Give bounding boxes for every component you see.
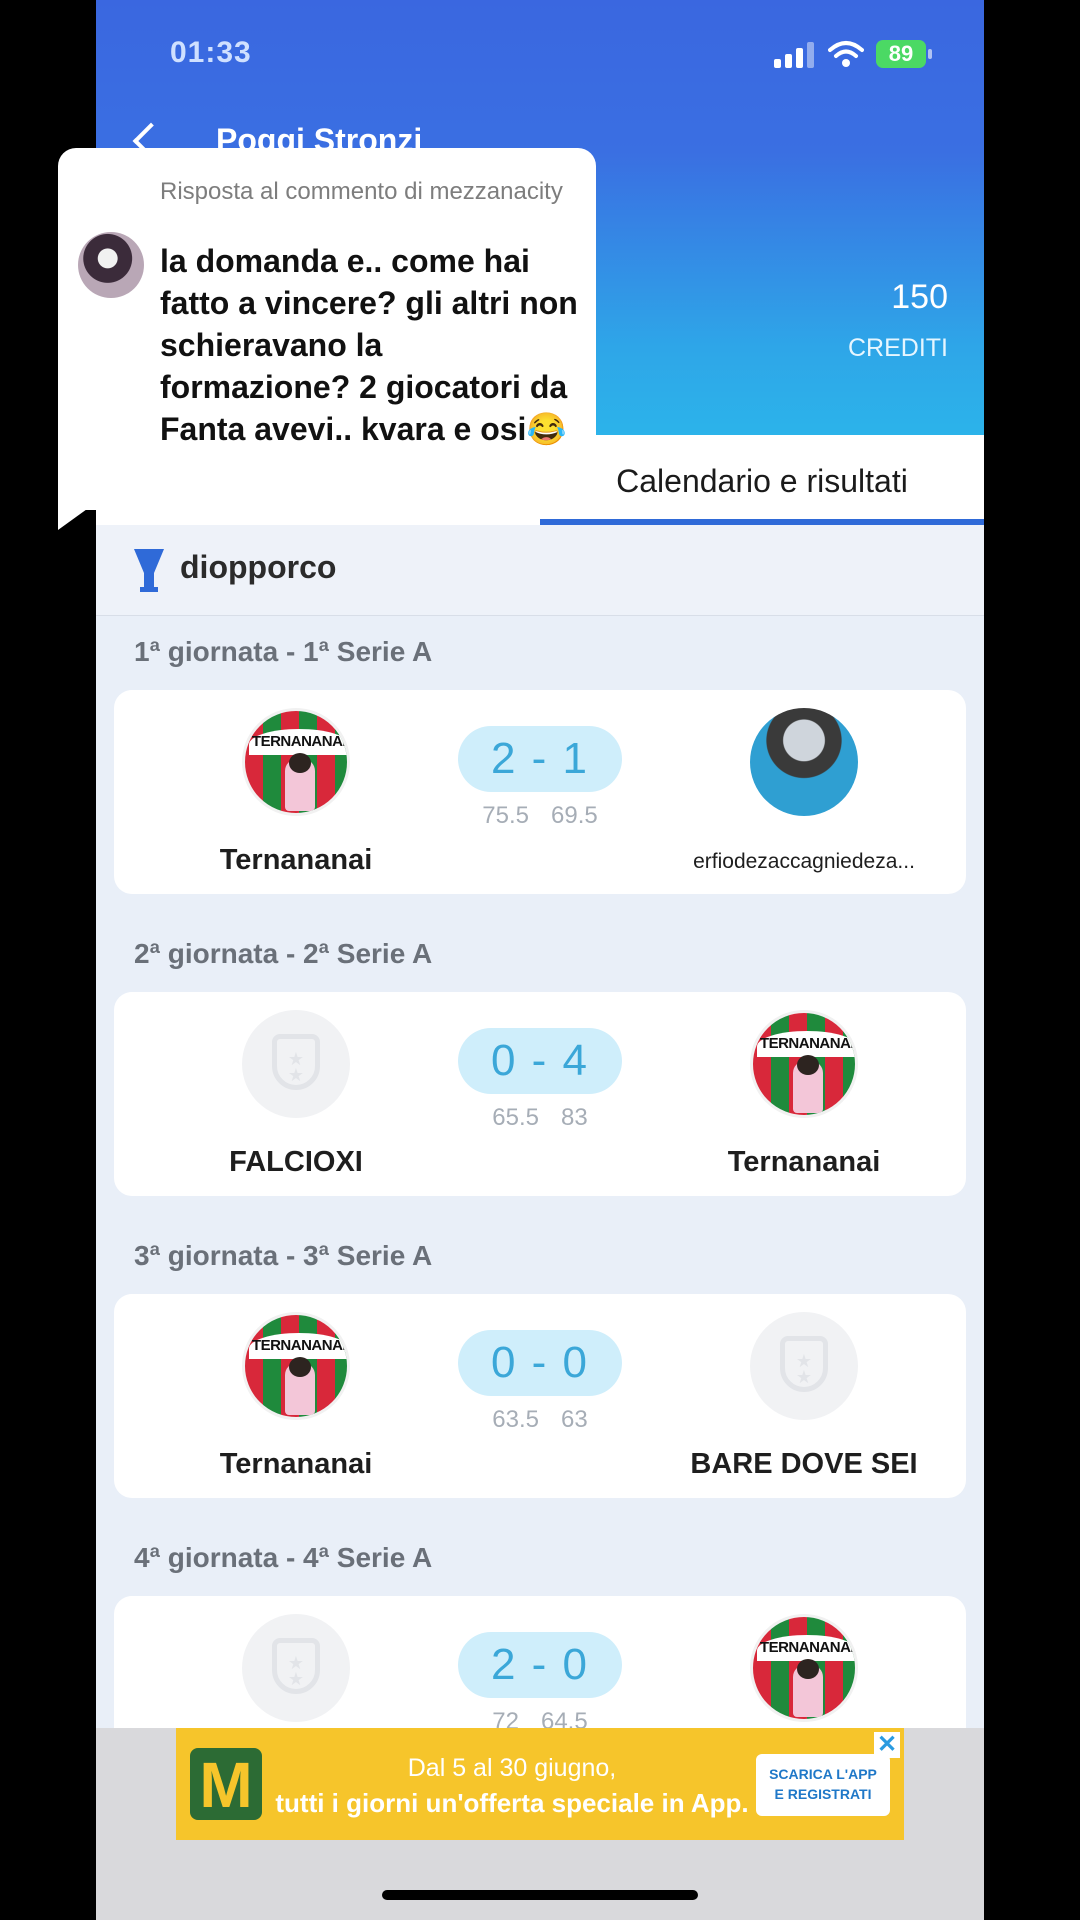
team-badge-placeholder: ★ ★ <box>750 1312 858 1420</box>
match-points: 65.5 83 <box>458 1104 622 1132</box>
ad-cta-line-1: SCARICA L'APP <box>769 1766 877 1782</box>
round-label: 4ª giornata - 4ª Serie A <box>134 1542 433 1573</box>
mcdonalds-logo: M <box>190 1748 262 1821</box>
match-score: 0 - 0 <box>458 1330 622 1396</box>
home-team-name: FALCIOXI <box>229 1146 363 1178</box>
commenter-avatar <box>78 232 144 298</box>
away-team-name: Ternananai <box>727 1146 881 1178</box>
match-score: 2 - 1 <box>458 726 622 792</box>
team-badge-placeholder: ★ ★ <box>242 1614 350 1722</box>
home-points: 65.5 <box>492 1104 539 1131</box>
credits-value: 150 <box>891 278 948 316</box>
match-card[interactable]: TERNANANAI Ternananai 0 - 0 63.5 63 ★ ★ BA… <box>114 1294 966 1498</box>
status-icons: 89 <box>774 40 944 70</box>
match-points: 75.5 69.5 <box>458 802 622 830</box>
reply-text: la domanda e.. come hai fatto a vincere?… <box>160 243 578 447</box>
away-points: 69.5 <box>551 802 598 829</box>
shield-icon: ★ ★ <box>780 1336 828 1392</box>
ad-banner[interactable]: M Dal 5 al 30 giugno, tutti i giorni un'… <box>176 1728 904 1840</box>
home-points: 63.5 <box>492 1406 539 1433</box>
away-team: TERNANANAI Ternananai <box>654 1010 954 1179</box>
team-badge-ternananai: TERNANANAI <box>750 1614 858 1722</box>
battery-nub <box>928 49 932 59</box>
away-team-name: erfiodezaccagniedeza... <box>693 850 915 873</box>
competition-selector[interactable]: diopporco <box>96 525 984 616</box>
ad-cta-button[interactable]: SCARICA L'APP E REGISTRATI <box>756 1754 890 1816</box>
away-team: ★ ★ BARE DOVE SEI <box>654 1312 954 1481</box>
home-points: 75.5 <box>482 802 529 829</box>
reply-comment-bubble: Risposta al commento di mezzanacity la d… <box>58 148 596 510</box>
away-points: 83 <box>561 1104 588 1131</box>
team-badge-placeholder: ★ ★ <box>242 1010 350 1118</box>
shield-icon: ★ ★ <box>272 1034 320 1090</box>
home-indicator[interactable] <box>382 1890 698 1900</box>
close-icon[interactable]: ✕ <box>874 1732 900 1758</box>
cup-icon <box>134 549 164 592</box>
signal-icon <box>774 42 818 68</box>
shield-icon: ★ ★ <box>272 1638 320 1694</box>
battery-icon: 89 <box>876 40 926 68</box>
reply-bubble-tail <box>58 504 94 530</box>
home-team: ★ ★ <box>146 1614 446 1722</box>
match-card[interactable]: ★ ★ FALCIOXI 0 - 4 65.5 83 TERNANANAI Tern… <box>114 992 966 1196</box>
ad-line-1: Dal 5 al 30 giugno, <box>407 1754 617 1782</box>
competition-name: diopporco <box>180 549 337 585</box>
tab-calendario-risultati[interactable]: Calendario e risultati <box>540 435 984 525</box>
credits-label: CREDITI <box>848 334 948 362</box>
home-team-name: Ternananai <box>219 1448 373 1480</box>
team-badge-ternananai: TERNANANAI <box>750 1010 858 1118</box>
ad-cta-line-2: E REGISTRATI <box>774 1786 872 1802</box>
home-team: ★ ★ FALCIOXI <box>146 1010 446 1179</box>
round-label: 3ª giornata - 3ª Serie A <box>134 1240 433 1271</box>
wifi-icon <box>828 41 864 67</box>
away-team-name: BARE DOVE SEI <box>690 1448 918 1480</box>
match-score: 2 - 0 <box>458 1632 622 1698</box>
home-team: TERNANANAI Ternananai <box>146 708 446 877</box>
match-card[interactable]: TERNANANAI Ternananai 2 - 1 75.5 69.5 erf… <box>114 690 966 894</box>
round-label: 1ª giornata - 1ª Serie A <box>134 636 433 667</box>
reply-heading: Risposta al commento di mezzanacity <box>160 178 563 205</box>
ad-area: M Dal 5 al 30 giugno, tutti i giorni un'… <box>96 1728 984 1920</box>
team-badge-ternananai: TERNANANAI <box>242 708 350 816</box>
home-team: TERNANANAI Ternananai <box>146 1312 446 1481</box>
team-avatar-photo <box>750 708 858 816</box>
team-badge-ternananai: TERNANANAI <box>242 1312 350 1420</box>
away-team: erfiodezaccagniedeza... <box>654 708 954 874</box>
match-points: 63.5 63 <box>458 1406 622 1434</box>
away-points: 63 <box>561 1406 588 1433</box>
round-label: 2ª giornata - 2ª Serie A <box>134 938 433 969</box>
status-time: 01:33 <box>170 36 252 69</box>
home-team-name: Ternananai <box>219 844 373 876</box>
match-score: 0 - 4 <box>458 1028 622 1094</box>
away-team: TERNANANAI <box>654 1614 954 1722</box>
ad-line-2: tutti i giorni un'offerta speciale in Ap… <box>275 1788 749 1818</box>
